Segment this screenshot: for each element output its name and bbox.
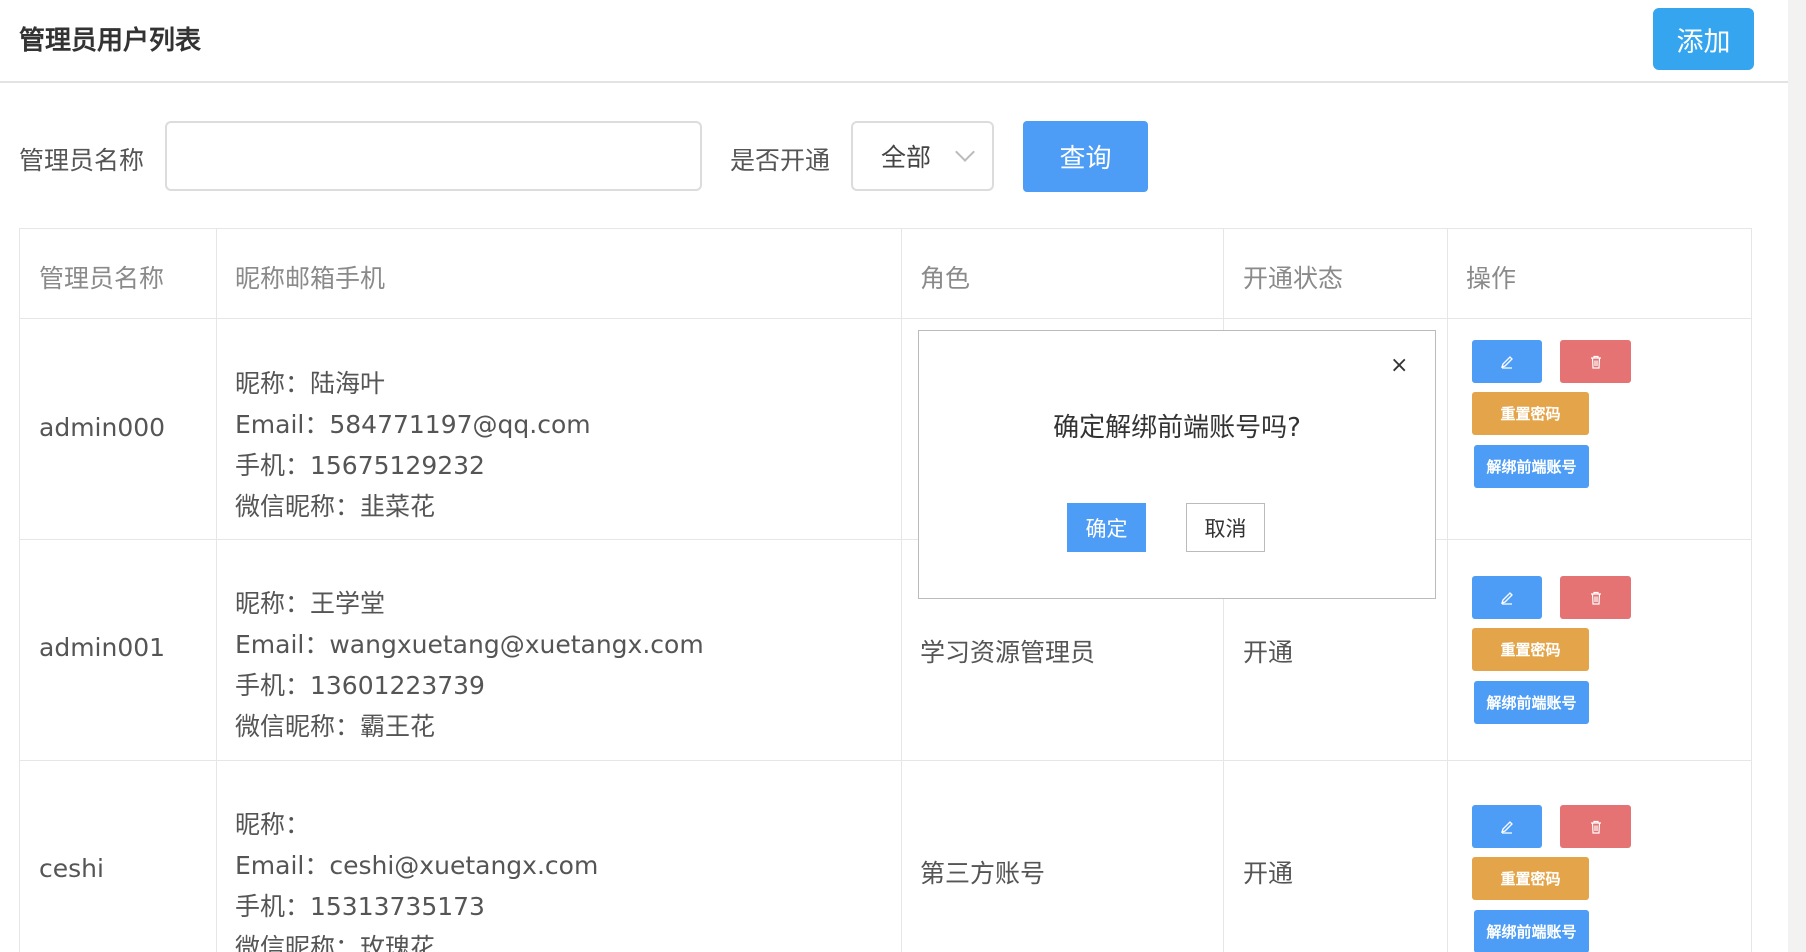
email-text: Email：wangxuetang@xuetangx.com [235, 630, 704, 659]
trash-icon [1590, 591, 1601, 605]
role-text: 第三方账号 [920, 859, 1046, 888]
wechat-text: 微信昵称：玫瑰花 [235, 933, 436, 952]
admin-name: admin001 [39, 633, 166, 662]
edit-button[interactable] [1472, 805, 1542, 848]
reset-password-button[interactable]: 重置密码 [1472, 857, 1589, 900]
header-role: 角色 [920, 264, 971, 293]
scrollbar-track[interactable] [1788, 0, 1806, 952]
contact-info: 昵称：陆海叶 Email：584771197@qq.com 手机：1567512… [235, 363, 591, 527]
admin-table: 管理员名称 昵称邮箱手机 角色 开通状态 操作 admin000 昵称：陆海叶 … [19, 228, 1752, 952]
trash-icon [1590, 820, 1601, 834]
status-select[interactable]: 全部 [851, 121, 994, 191]
header-admin-name: 管理员名称 [39, 264, 165, 293]
cancel-button[interactable]: 取消 [1186, 503, 1265, 552]
add-button[interactable]: 添加 [1653, 8, 1754, 70]
admin-name: ceshi [39, 854, 104, 883]
header-actions: 操作 [1466, 264, 1517, 293]
admin-name-input[interactable] [165, 121, 702, 191]
delete-button[interactable] [1560, 805, 1631, 848]
nickname-text: 昵称： [235, 810, 311, 839]
dialog-message: 确定解绑前端账号吗? [1053, 413, 1301, 443]
pencil-icon [1500, 355, 1513, 369]
email-text: Email：584771197@qq.com [235, 410, 591, 439]
confirm-button[interactable]: 确定 [1067, 503, 1146, 552]
pencil-icon [1500, 820, 1513, 834]
nickname-text: 昵称：陆海叶 [235, 369, 386, 398]
nickname-text: 昵称：王学堂 [235, 589, 386, 618]
status-filter-label: 是否开通 [730, 146, 831, 175]
contact-info: 昵称：王学堂 Email：wangxuetang@xuetangx.com 手机… [235, 583, 704, 747]
admin-name: admin000 [39, 413, 166, 442]
trash-icon [1590, 355, 1601, 369]
table-row: ceshi 昵称： Email：ceshi@xuetangx.com 手机：15… [20, 761, 1751, 952]
table-row: admin001 昵称：王学堂 Email：wangxuetang@xuetan… [20, 540, 1751, 761]
status-select-value: 全部 [881, 143, 932, 172]
phone-text: 手机：15313735173 [235, 892, 485, 921]
chevron-down-icon [955, 142, 975, 162]
delete-button[interactable] [1560, 576, 1631, 619]
phone-text: 手机：15675129232 [235, 451, 485, 480]
query-button[interactable]: 查询 [1023, 121, 1148, 192]
close-icon[interactable]: × [1390, 353, 1408, 378]
table-header: 管理员名称 昵称邮箱手机 角色 开通状态 操作 [20, 229, 1751, 319]
edit-button[interactable] [1472, 340, 1542, 383]
role-text: 学习资源管理员 [920, 638, 1096, 667]
delete-button[interactable] [1560, 340, 1631, 383]
edit-button[interactable] [1472, 576, 1542, 619]
unbind-account-button[interactable]: 解绑前端账号 [1474, 445, 1589, 488]
wechat-text: 微信昵称：韭菜花 [235, 492, 436, 521]
email-text: Email：ceshi@xuetangx.com [235, 851, 599, 880]
pencil-icon [1500, 591, 1513, 605]
header-contact: 昵称邮箱手机 [235, 264, 386, 293]
reset-password-button[interactable]: 重置密码 [1472, 628, 1589, 671]
status-text: 开通 [1243, 859, 1294, 888]
header-status: 开通状态 [1243, 264, 1344, 293]
reset-password-button[interactable]: 重置密码 [1472, 392, 1589, 435]
table-row: admin000 昵称：陆海叶 Email：584771197@qq.com 手… [20, 319, 1751, 540]
unbind-account-button[interactable]: 解绑前端账号 [1474, 910, 1589, 952]
phone-text: 手机：13601223739 [235, 671, 485, 700]
unbind-account-button[interactable]: 解绑前端账号 [1474, 681, 1589, 724]
page-title: 管理员用户列表 [19, 26, 202, 56]
admin-name-label: 管理员名称 [19, 146, 145, 175]
page-header: 管理员用户列表 添加 [0, 0, 1788, 83]
wechat-text: 微信昵称：霸王花 [235, 712, 436, 741]
status-text: 开通 [1243, 638, 1294, 667]
contact-info: 昵称： Email：ceshi@xuetangx.com 手机：15313735… [235, 804, 598, 952]
confirm-unbind-dialog: × 确定解绑前端账号吗? 确定 取消 [918, 330, 1436, 599]
